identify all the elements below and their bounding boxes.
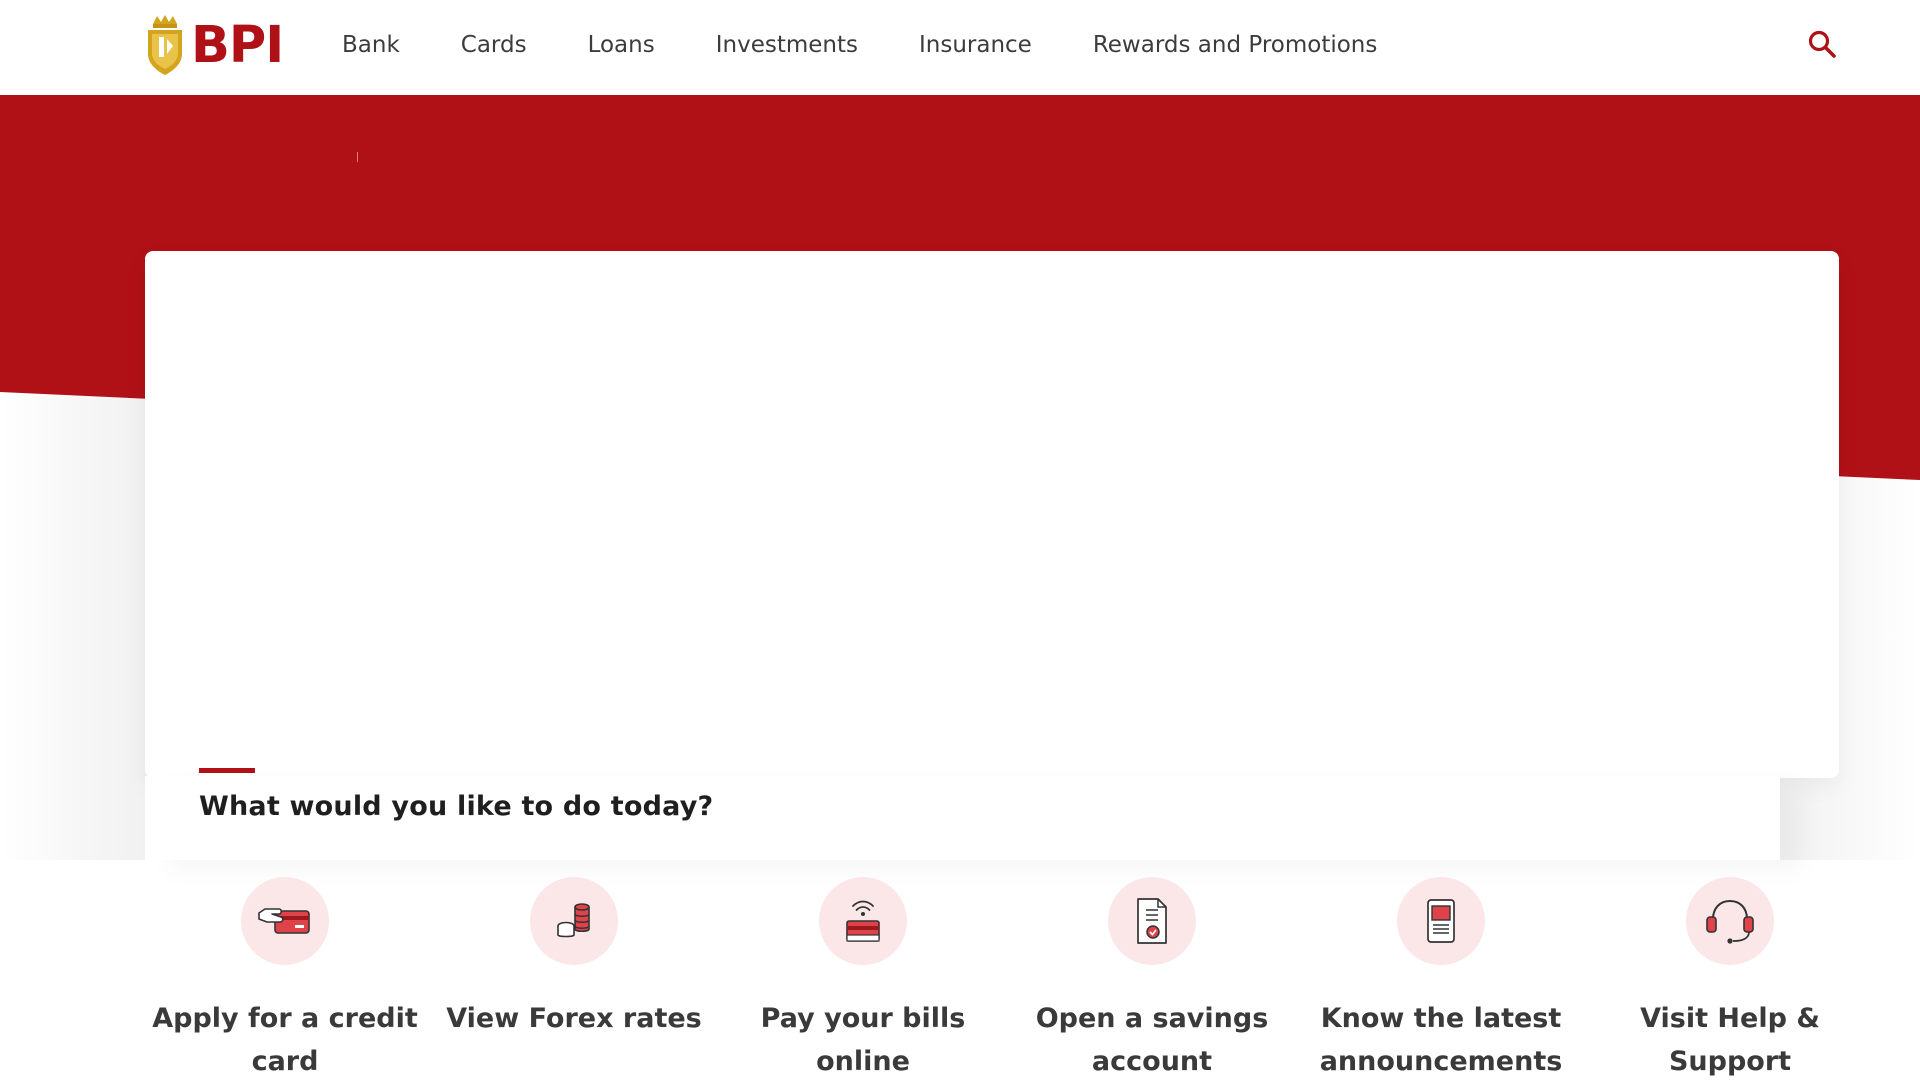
action-label: Visit Help & Support — [1640, 1003, 1820, 1077]
hero-carousel-indicator — [357, 152, 358, 162]
nav-item-cards[interactable]: Cards — [461, 32, 527, 58]
site-header: BPI Bank Cards Loans Investments Insuran… — [0, 0, 1920, 95]
nav-item-insurance[interactable]: Insurance — [919, 32, 1032, 58]
quick-actions: Apply for a credit card View Forex rates — [150, 875, 1890, 1080]
action-label: Know the latest announcements — [1319, 1003, 1563, 1077]
action-know-latest-announcements[interactable]: Know the latest announcements — [1306, 875, 1576, 1080]
action-visit-help-support[interactable]: Visit Help & Support — [1595, 875, 1865, 1080]
nav-item-rewards-and-promotions[interactable]: Rewards and Promotions — [1093, 32, 1378, 58]
action-open-savings-account[interactable]: Open a savings account — [1017, 875, 1287, 1080]
credit-card-hand-icon — [241, 877, 329, 965]
bpi-logo[interactable]: BPI — [143, 14, 284, 76]
action-apply-credit-card[interactable]: Apply for a credit card — [150, 875, 420, 1080]
logo-wordmark: BPI — [191, 15, 284, 75]
nav-item-investments[interactable]: Investments — [716, 32, 858, 58]
heading-accent-bar — [199, 768, 255, 773]
coin-stack-icon — [530, 877, 618, 965]
mobile-news-icon — [1397, 877, 1485, 965]
action-pay-bills-online[interactable]: Pay your bills online — [728, 875, 998, 1080]
headset-icon — [1686, 877, 1774, 965]
section-title: What would you like to do today? — [199, 791, 714, 822]
action-label: View Forex rates — [446, 1003, 702, 1034]
action-view-forex-rates[interactable]: View Forex rates — [439, 875, 709, 1080]
savings-document-icon — [1108, 877, 1196, 965]
main-nav: Bank Cards Loans Investments Insurance R… — [342, 27, 1377, 63]
content-card — [145, 251, 1839, 778]
action-label: Pay your bills online — [760, 1003, 966, 1077]
action-label: Apply for a credit card — [152, 1003, 418, 1077]
search-icon[interactable] — [1806, 28, 1838, 60]
nav-item-loans[interactable]: Loans — [588, 32, 655, 58]
online-payment-icon — [819, 877, 907, 965]
bpi-crest-icon — [148, 15, 182, 75]
quick-actions-heading: What would you like to do today? — [199, 768, 713, 822]
action-label: Open a savings account — [1035, 1003, 1269, 1077]
nav-item-bank[interactable]: Bank — [342, 32, 400, 58]
